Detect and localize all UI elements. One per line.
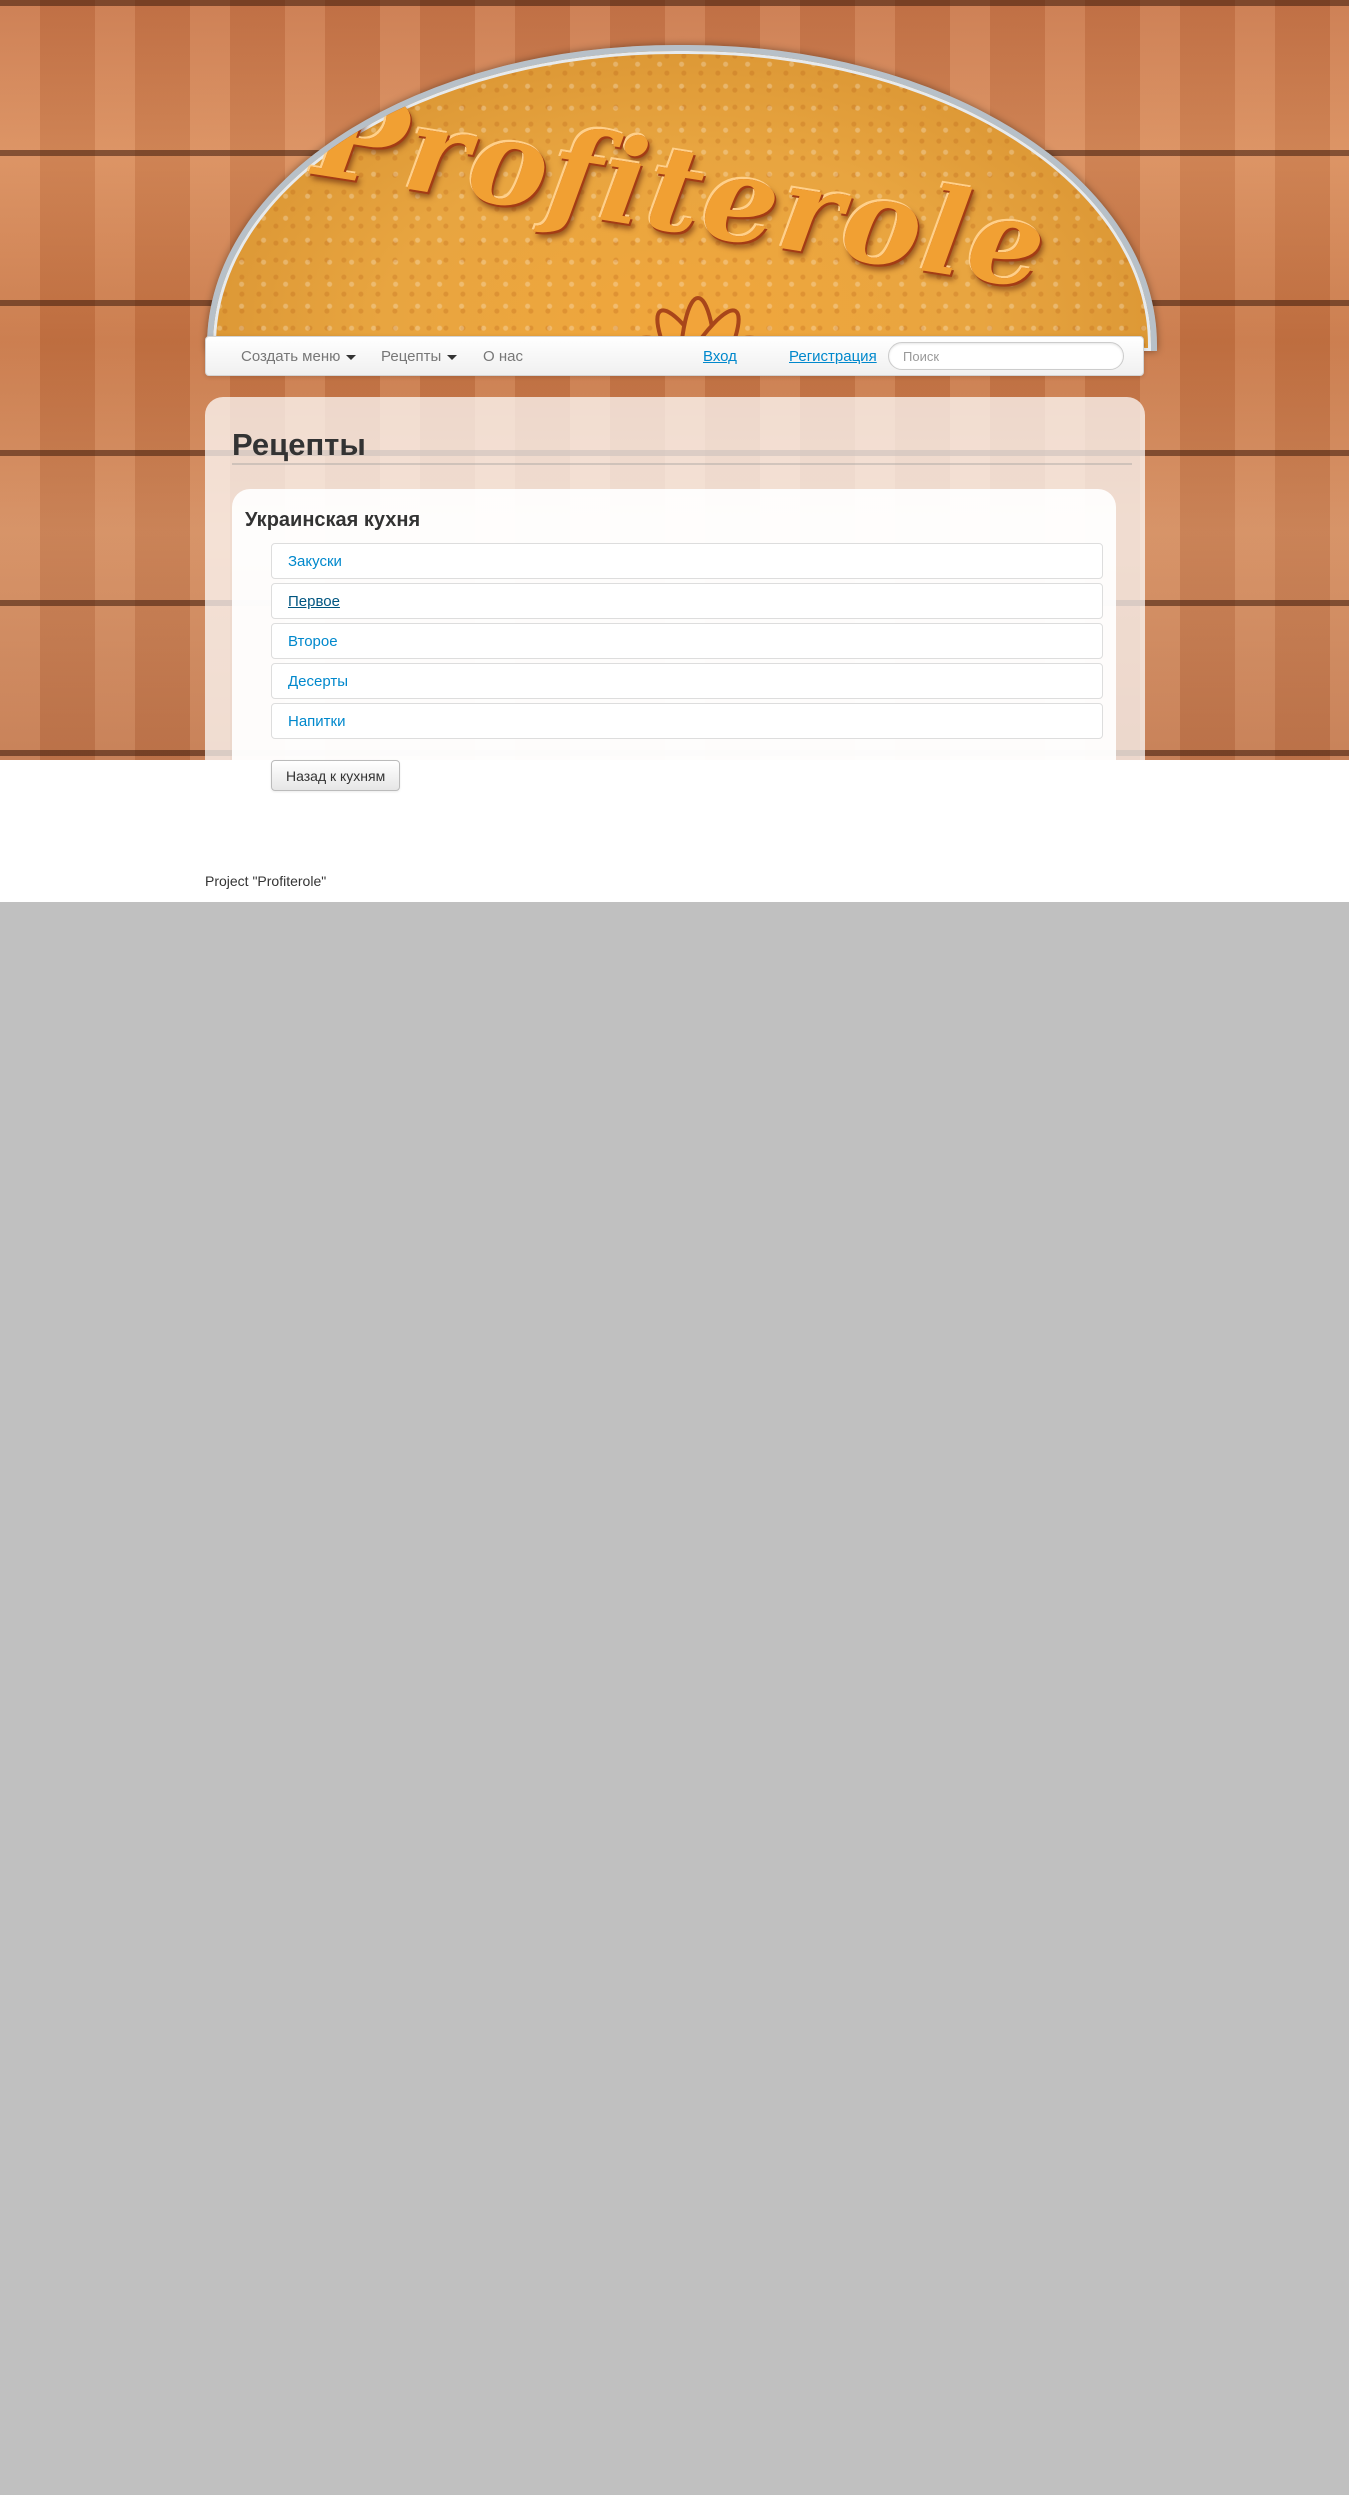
- menu-about[interactable]: О нас: [483, 337, 523, 377]
- menu-create-menu-label: Создать меню: [241, 348, 341, 365]
- cuisine-card: Украинская кухня Закуски Первое Второе Д…: [232, 489, 1116, 760]
- category-list: Закуски Первое Второе Десерты Напитки: [271, 543, 1103, 743]
- title-divider: [232, 463, 1132, 465]
- back-to-cuisines-button[interactable]: Назад к кухням: [271, 760, 401, 791]
- footer-text: Project "Profiterole": [205, 873, 327, 889]
- flower-decoration-icon: [634, 296, 762, 351]
- cuisine-title: Украинская кухня: [245, 509, 421, 531]
- content-panel: Рецепты Украинская кухня Закуски Первое …: [205, 397, 1145, 760]
- content-background: [0, 760, 1349, 902]
- menu-recipes-label: Рецепты: [381, 348, 442, 365]
- caret-down-icon: [346, 354, 357, 360]
- search-input[interactable]: [888, 342, 1124, 370]
- category-item-drinks[interactable]: Напитки: [271, 703, 1103, 739]
- menu-create-menu[interactable]: Создать меню: [241, 337, 357, 377]
- category-item-desserts[interactable]: Десерты: [271, 663, 1103, 699]
- category-item-appetizers[interactable]: Закуски: [271, 543, 1103, 579]
- menu-about-label: О нас: [483, 348, 523, 365]
- category-item-second-course[interactable]: Второе: [271, 623, 1103, 659]
- register-link[interactable]: Регистрация: [789, 337, 877, 377]
- category-item-first-course[interactable]: Первое: [271, 583, 1103, 619]
- main-navbar: Создать меню Рецепты О нас Вход Регистра…: [205, 336, 1144, 376]
- caret-down-icon: [447, 354, 458, 360]
- page-title: Рецепты: [232, 427, 366, 462]
- menu-recipes[interactable]: Рецепты: [381, 337, 458, 377]
- login-link[interactable]: Вход: [703, 337, 737, 377]
